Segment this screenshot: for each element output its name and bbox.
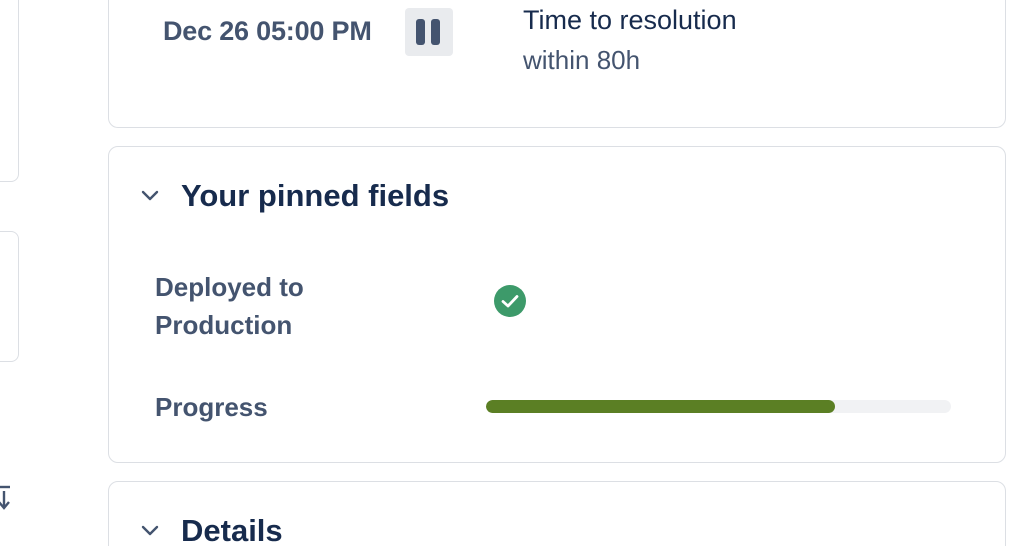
check-circle-icon bbox=[494, 285, 526, 317]
sla-target: within 80h bbox=[523, 45, 641, 75]
sla-card: Dec 26 05:00 PM Time to resolution withi… bbox=[108, 0, 1006, 128]
chevron-down-icon bbox=[141, 525, 159, 536]
pause-icon bbox=[431, 19, 440, 45]
pause-button[interactable] bbox=[405, 8, 453, 56]
progress-bar-fill bbox=[486, 400, 835, 413]
pinned-fields-section: Your pinned fields Deployed to Productio… bbox=[108, 146, 1006, 463]
details-toggle[interactable] bbox=[135, 516, 165, 546]
issue-side-panel: Dec 26 05:00 PM Time to resolution withi… bbox=[0, 0, 1032, 546]
progress-bar bbox=[486, 400, 951, 413]
pinned-fields-title[interactable]: Your pinned fields bbox=[181, 178, 449, 214]
progress-label: Progress bbox=[155, 392, 268, 422]
details-section: Details bbox=[108, 481, 1006, 546]
sla-due-date: Dec 26 05:00 PM bbox=[163, 16, 372, 46]
deployed-to-production-label: Deployed to Production bbox=[155, 272, 304, 340]
sla-title: Time to resolution bbox=[523, 5, 737, 35]
left-panel-card bbox=[0, 0, 19, 182]
chevron-down-icon bbox=[141, 190, 159, 201]
pause-icon bbox=[416, 19, 425, 45]
sort-icon[interactable] bbox=[0, 485, 12, 511]
left-panel-card bbox=[0, 231, 19, 362]
pinned-fields-toggle[interactable] bbox=[135, 181, 165, 211]
details-title[interactable]: Details bbox=[181, 513, 283, 546]
